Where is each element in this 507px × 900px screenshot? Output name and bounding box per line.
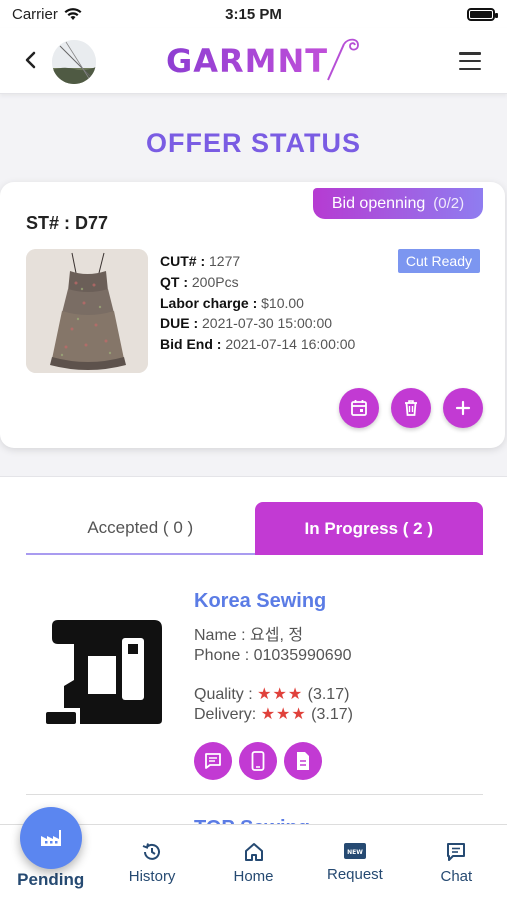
vendor-ratings: Quality : ★★★ (3.17) Delivery: ★★★ (3.17… — [194, 685, 353, 725]
qt-row: QT : 200Pcs — [160, 273, 239, 290]
vendor-contact-name: Name : 요셉, 정 — [194, 627, 304, 644]
quality-stars: ★★★ — [257, 686, 304, 703]
vendor-actions — [194, 742, 322, 780]
delete-button[interactable] — [391, 388, 431, 428]
nav-pending-label: Pending — [17, 870, 85, 889]
factory-icon — [41, 830, 61, 846]
quality-rating: Quality : ★★★ (3.17) — [194, 686, 350, 703]
battery-icon — [467, 7, 498, 21]
offer-card: Bid openning (0/2) ST# : D77 CUT# : 1277… — [0, 182, 505, 448]
svg-text:NEW: NEW — [347, 849, 363, 856]
nav-chat-label: Chat — [440, 868, 473, 885]
nav-home[interactable]: Home — [203, 825, 304, 900]
phone-icon — [251, 751, 265, 771]
nav-home-label: Home — [233, 868, 274, 885]
bid-count: (0/2) — [433, 195, 465, 212]
document-icon — [297, 752, 309, 770]
trash-icon — [405, 400, 417, 416]
pending-fab-button[interactable] — [20, 807, 82, 869]
chevron-left-icon — [25, 51, 36, 69]
due-row: DUE : 2021-07-30 15:00:00 — [160, 315, 333, 332]
product-image[interactable] — [26, 249, 148, 373]
nav-history-label: History — [128, 868, 176, 885]
message-button[interactable] — [194, 742, 232, 780]
carrier-label: Carrier — [12, 5, 58, 23]
nav-request-label: Request — [326, 866, 383, 883]
vendor-divider — [26, 794, 483, 795]
hamburger-menu-button[interactable] — [459, 52, 481, 70]
home-icon — [244, 843, 263, 861]
add-button[interactable] — [443, 388, 483, 428]
vendor-card[interactable]: Korea Sewing Name : 요셉, 정 Phone : 010359… — [26, 590, 483, 790]
vendor-phone: Phone : 01035990690 — [194, 647, 352, 664]
logo-text: GARMNT — [166, 42, 329, 80]
new-badge-icon: NEW — [343, 843, 366, 859]
avatar-image — [52, 40, 96, 84]
tab-accepted[interactable]: Accepted ( 0 ) — [26, 502, 255, 555]
needle-logo-icon — [327, 38, 360, 81]
sewing-machine-icon — [46, 620, 162, 724]
status-tabs: Accepted ( 0 ) In Progress ( 2 ) — [26, 502, 483, 555]
page-title: OFFER STATUS — [146, 128, 361, 158]
calendar-button[interactable] — [339, 388, 379, 428]
back-button[interactable] — [18, 48, 42, 72]
offer-details: CUT# : 1277 QT : 200Pcs Labor charge : $… — [160, 251, 355, 355]
bid-end-row: Bid End : 2021-07-14 16:00:00 — [160, 336, 356, 353]
vendor-name[interactable]: Korea Sewing — [194, 590, 326, 613]
cut-ready-badge: Cut Ready — [397, 249, 480, 273]
tab-in-progress[interactable]: In Progress ( 2 ) — [254, 502, 483, 555]
message-icon — [205, 753, 221, 769]
garmnt-logo: GARMNT — [166, 38, 362, 82]
bid-status-label: Bid openning — [331, 194, 426, 212]
nav-history[interactable]: History — [101, 825, 202, 900]
chat-icon — [447, 843, 466, 861]
offer-actions — [339, 388, 483, 428]
cut-row: CUT# : 1277 — [160, 253, 241, 269]
bid-status-badge: Bid openning (0/2) — [313, 188, 483, 219]
style-number: ST# : D77 — [26, 213, 109, 233]
calendar-icon — [351, 400, 367, 416]
history-icon — [142, 843, 161, 860]
nav-chat[interactable]: Chat — [406, 825, 507, 900]
app-header: GARMNT — [0, 28, 507, 94]
dress-image — [26, 249, 148, 373]
delivery-rating: Delivery: ★★★ (3.17) — [194, 706, 353, 723]
document-button[interactable] — [284, 742, 322, 780]
avatar[interactable] — [52, 40, 96, 84]
labor-charge-row: Labor charge : $10.00 — [160, 294, 304, 311]
delivery-stars: ★★★ — [260, 706, 307, 723]
plus-icon — [455, 400, 471, 416]
status-bar: Carrier 3:15 PM — [0, 0, 507, 28]
wifi-icon — [64, 7, 82, 20]
call-button[interactable] — [239, 742, 277, 780]
nav-request[interactable]: NEW Request — [304, 825, 405, 900]
vendor-contact: Name : 요셉, 정 Phone : 01035990690 — [194, 626, 351, 666]
